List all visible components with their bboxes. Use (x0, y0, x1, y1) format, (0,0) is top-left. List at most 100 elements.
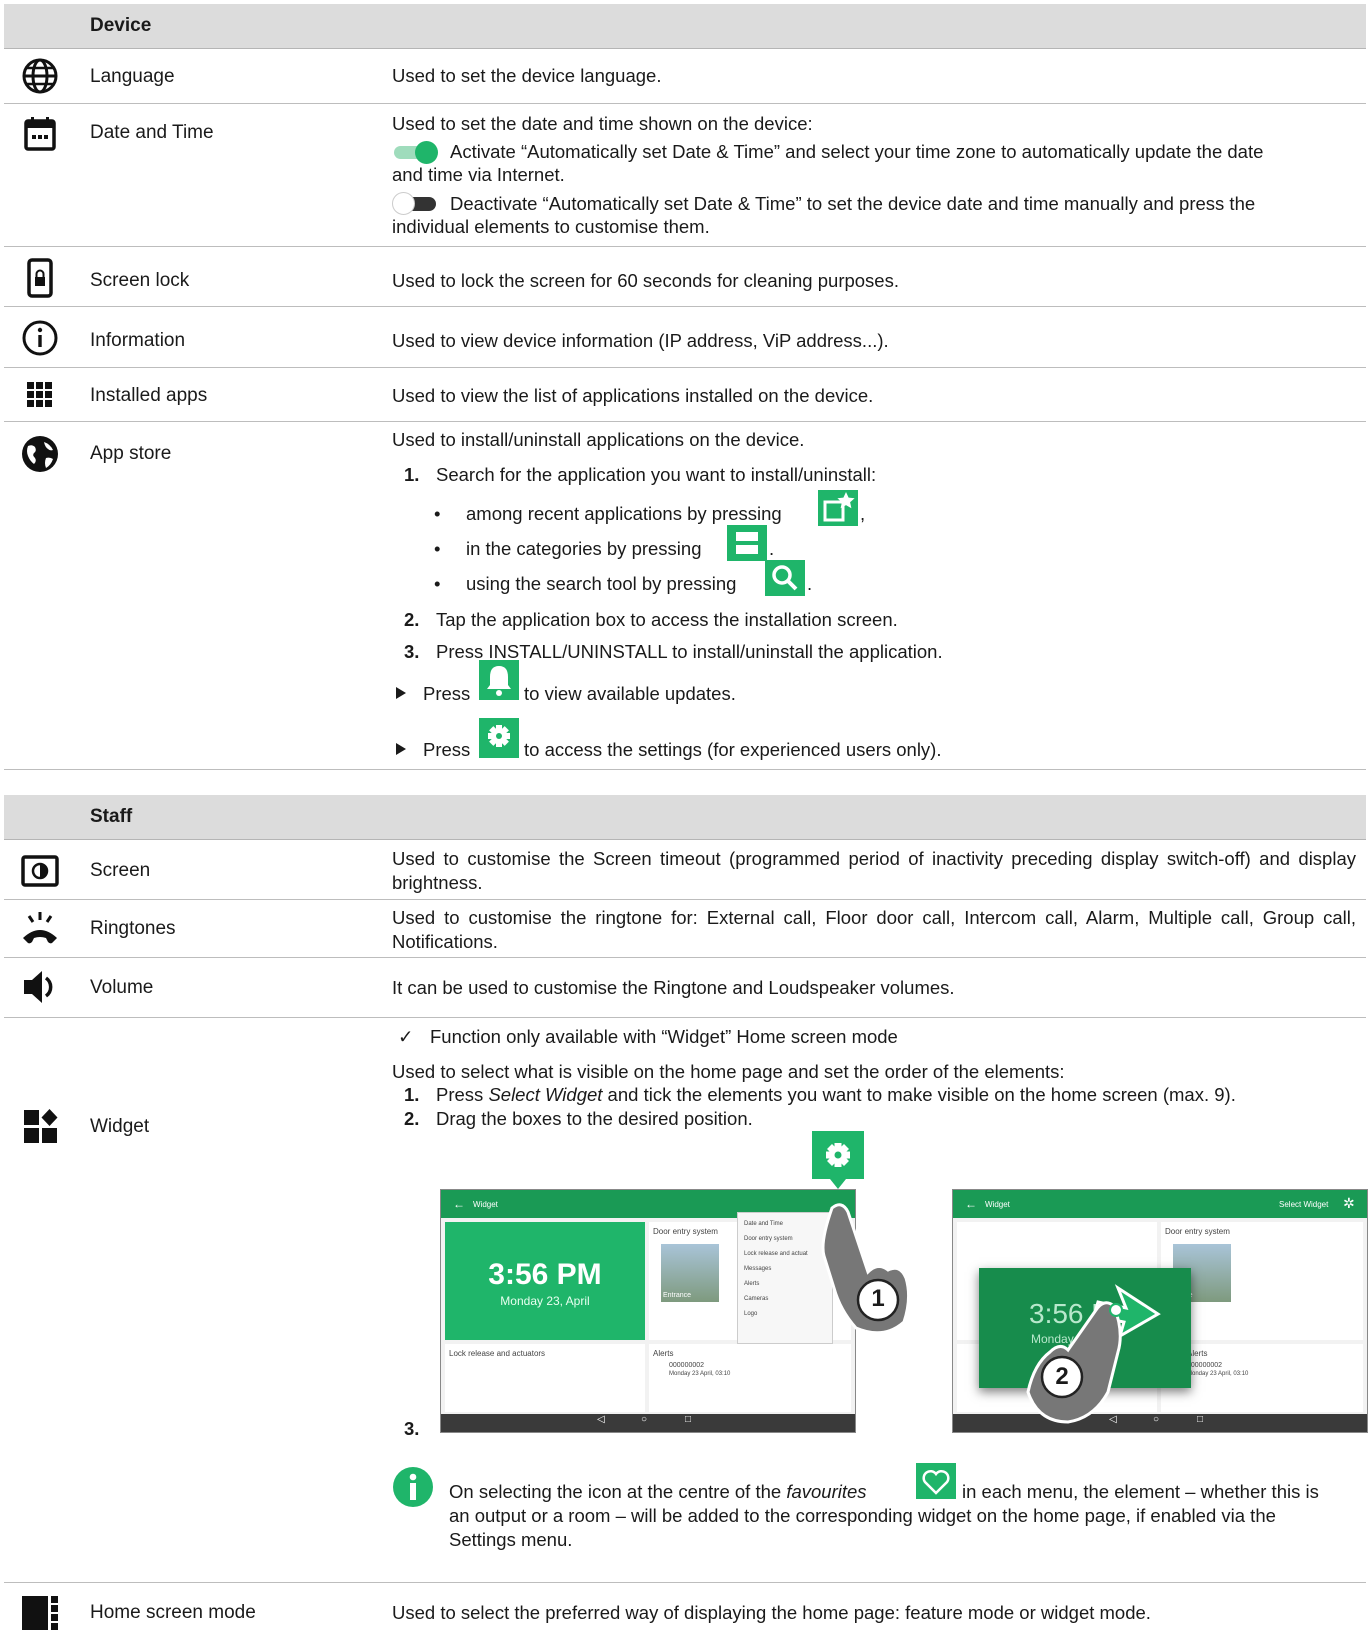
row-desc-information: Used to view device information (IP addr… (392, 330, 889, 351)
datetime-activate-2: and time via Internet. (392, 164, 565, 185)
row-name-screen: Screen (90, 860, 151, 881)
back-arrow-icon: ← (965, 1197, 977, 1211)
device-section-header: Device (4, 4, 1366, 49)
step-number: 3. (404, 641, 420, 662)
nav-bar (441, 1414, 855, 1432)
nav-back-icon: ◁ (597, 1414, 605, 1425)
bullet-categories: in the categories by pressing (466, 538, 702, 559)
updates-text: to view available updates. (524, 683, 736, 704)
row-divider (4, 421, 1366, 422)
datetime-deactivate-2: individual elements to customise them. (392, 216, 710, 237)
bell-icon (479, 660, 519, 700)
menu-item: Messages (744, 1266, 772, 1272)
door-label: Door entry system (653, 1227, 718, 1236)
row-desc-home-mode: Used to select the preferred way of disp… (392, 1602, 1151, 1623)
door-entry-widget: Door entry system rance (1161, 1222, 1363, 1340)
widget-screenshot-1: ← Widget 3:56 PM Monday 23, April Door e… (440, 1189, 856, 1433)
arrow-bullet-icon (396, 743, 406, 755)
period: . (807, 573, 813, 594)
arrow-bullet-icon (396, 687, 406, 699)
speaker-icon (24, 971, 53, 1003)
callout-badge-1: 1 (871, 1285, 885, 1312)
row-divider (4, 769, 1366, 770)
datetime-intro: Used to set the date and time shown on t… (392, 113, 813, 134)
lock-label: Lock release and actuators (449, 1349, 546, 1358)
alert-date: Monday 23 April, 03:10 (1187, 1371, 1249, 1377)
clock-widget: 3:56 PM Monday 23, April (445, 1222, 645, 1340)
toggle-off (392, 192, 438, 216)
alert-id: 000000002 (1187, 1362, 1223, 1369)
clock-date: Monday 23, April (500, 1294, 590, 1308)
row-desc-installed-apps: Used to view the list of applications in… (392, 385, 874, 406)
datetime-deactivate: Deactivate “Automatically set Date & Tim… (450, 193, 1256, 214)
staff-header-label: Staff (90, 806, 133, 827)
favourites-heart-icon (916, 1463, 956, 1499)
step-number: 1. (404, 1084, 420, 1105)
widget-intro: Used to select what is visible on the ho… (392, 1061, 1065, 1082)
press-label: Press (423, 683, 471, 704)
bullet-search: using the search tool by pressing (466, 573, 737, 594)
callout-badge-2: 2 (1055, 1363, 1069, 1390)
widget-step1: 1. Press Select Widget and tick the eleme… (404, 1083, 1236, 1107)
entrance-label: Entrance (663, 1292, 692, 1299)
recent-apps-button-icon (818, 490, 858, 526)
earth-icon (22, 436, 58, 472)
row-divider (4, 103, 1366, 104)
comma: , (860, 503, 866, 524)
menu-item: Logo (744, 1311, 758, 1317)
row-desc-ringtones: Used to customise the ringtone for: Exte… (392, 907, 1356, 952)
row-divider (4, 957, 1366, 958)
step-text: and tick the elements you want to make v… (602, 1084, 1236, 1105)
row-name-volume: Volume (90, 977, 154, 998)
toggle-on (392, 140, 438, 164)
step-number: 2. (404, 609, 420, 630)
row-name-datetime: Date and Time (90, 122, 214, 143)
select-widget-label: Select Widget (1279, 1200, 1329, 1209)
appstore-intro: Used to install/uninstall applications o… (392, 429, 805, 450)
step3-number: 3. (404, 1418, 420, 1439)
shot2-title: Widget (985, 1200, 1010, 1209)
gear-callout-icon (812, 1131, 864, 1189)
datetime-activate: Activate “Automatically set Date & Time”… (450, 141, 1264, 162)
info-note-line3: Settings menu. (449, 1529, 573, 1550)
row-name-widget: Widget (90, 1116, 150, 1137)
alerts-label: Alerts (653, 1349, 674, 1358)
menu-item: Alerts (744, 1281, 760, 1287)
row-name-information: Information (90, 330, 186, 351)
widget-icon (24, 1109, 58, 1143)
info-note-icon (393, 1467, 433, 1507)
row-divider (4, 246, 1366, 247)
grid-icon (27, 382, 52, 407)
step-text: Drag the boxes to the desired position. (436, 1108, 753, 1129)
row-desc-screen-lock: Used to lock the screen for 60 seconds f… (392, 270, 899, 291)
row-desc-language: Used to set the device language. (392, 65, 662, 86)
ringing-phone-icon (23, 912, 57, 944)
back-arrow-icon: ← (453, 1197, 465, 1211)
brightness-icon (21, 855, 59, 887)
settings-text: to access the settings (for experienced … (524, 739, 942, 760)
lock-widget: Lock release and actuators (445, 1344, 645, 1412)
alerts-widget: Alerts 000000002 Monday 23 April, 03:10 (649, 1344, 851, 1412)
row-name-ringtones: Ringtones (90, 918, 176, 939)
row-name-screen-lock: Screen lock (90, 270, 190, 291)
hand-drag-icon (1026, 1284, 1161, 1424)
step-emphasis: Select Widget (488, 1084, 603, 1105)
clock-time: 3:56 PM (488, 1258, 602, 1291)
info-text: On selecting the icon at the centre of t… (449, 1481, 787, 1502)
step-number: 1. (404, 464, 420, 485)
shot1-title: Widget (473, 1200, 498, 1209)
step-text: Tap the application box to access the in… (436, 609, 898, 630)
row-divider (4, 1582, 1366, 1583)
lock-phone-icon (27, 258, 53, 298)
appstore-step1: 1. Search for the application you want to… (404, 463, 876, 487)
press-label: Press (423, 739, 471, 760)
hand-tap-icon (821, 1203, 911, 1335)
step-text: Press (436, 1084, 489, 1105)
row-desc-screen: Used to customise the Screen timeout (pr… (392, 848, 1356, 893)
info-icon (22, 320, 58, 356)
row-name-language: Language (90, 66, 175, 87)
menu-item: Date and Time (744, 1221, 784, 1227)
bullet-dot: • (434, 503, 441, 524)
calendar-icon (24, 117, 56, 151)
row-divider (4, 367, 1366, 368)
